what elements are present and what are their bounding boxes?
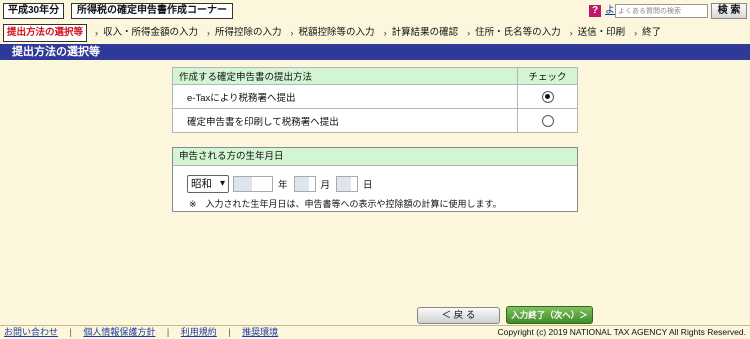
app-title: 所得税の確定申告書作成コーナー: [71, 3, 233, 19]
footer-separator: |: [228, 327, 231, 337]
step-item: 住所・氏名等の入力: [475, 27, 561, 38]
footer-link-terms[interactable]: 利用規約: [181, 327, 217, 337]
table-row: 確定申告書を印刷して税務署へ提出: [172, 108, 578, 133]
step-item: 終了: [642, 27, 662, 38]
search-button[interactable]: 検 索: [711, 3, 747, 19]
year-label: 平成30年分: [3, 3, 65, 19]
step-navigation: 提出方法の選択等 › 収入・所得金額の入力 › 所得控除の入力 › 税額控除等の…: [0, 24, 750, 42]
year-input[interactable]: [233, 176, 273, 192]
month-input[interactable]: [293, 176, 316, 192]
chevron-right-icon: ›: [95, 28, 99, 38]
step-item: 収入・所得金額の入力: [103, 27, 199, 38]
step-item: 計算結果の確認: [391, 27, 459, 38]
chevron-right-icon: ›: [207, 28, 211, 38]
back-button[interactable]: ＜ 戻 る: [417, 307, 500, 324]
day-input[interactable]: [336, 176, 359, 192]
step-item: 所得控除の入力: [215, 27, 282, 38]
print-radio[interactable]: [541, 114, 554, 127]
copyright: Copyright (c) 2019 NATIONAL TAX AGENCY A…: [497, 327, 746, 337]
footer-divider: [0, 325, 750, 326]
footer-link-privacy[interactable]: 個人情報保護方針: [83, 327, 155, 337]
check-column-header: チェック: [517, 67, 578, 85]
era-select[interactable]: 昭和: [187, 175, 229, 193]
footer-separator: |: [166, 327, 170, 337]
table-row: e-Taxにより税務署へ提出: [172, 84, 578, 109]
etax-radio[interactable]: [541, 90, 554, 103]
day-unit: 日: [363, 180, 373, 191]
section-title: 提出方法の選択等: [0, 44, 750, 60]
chevron-right-icon: ›: [290, 28, 294, 38]
chevron-right-icon: ›: [467, 28, 471, 38]
birthdate-inputs: 昭和 年 月 日: [187, 175, 375, 193]
method-label-etax: e-Taxにより税務署へ提出: [172, 84, 518, 109]
chevron-right-icon: ›: [383, 28, 387, 38]
header: 平成30年分 所得税の確定申告書作成コーナー ? よくある質問 検 索: [0, 0, 750, 22]
next-button[interactable]: 入力終了（次へ）＞: [506, 306, 593, 324]
chevron-right-icon: ›: [634, 28, 638, 38]
method-label-print: 確定申告書を印刷して税務署へ提出: [172, 108, 518, 133]
method-column-header: 作成する確定申告書の提出方法: [172, 67, 518, 85]
radio-cell: [517, 108, 578, 133]
footer-link-environment[interactable]: 推奨環境: [242, 327, 278, 337]
month-unit: 月: [320, 180, 331, 191]
help-icon[interactable]: ?: [589, 5, 601, 17]
submission-method-table: 作成する確定申告書の提出方法 チェック e-Taxにより税務署へ提出 確定申告書…: [172, 67, 578, 133]
faq-search-input[interactable]: [615, 4, 708, 18]
birthdate-panel: 申告される方の生年月日 昭和 年 月 日 ※ 入力された生年月日は、申告書等への…: [172, 147, 578, 212]
birthdate-header: 申告される方の生年月日: [173, 148, 577, 166]
step-item: 税額控除等の入力: [298, 27, 375, 38]
step-item: 送信・印刷: [577, 27, 626, 38]
year-unit: 年: [278, 180, 288, 191]
radio-cell: [517, 84, 578, 109]
footer-separator: |: [69, 327, 72, 337]
chevron-right-icon: ›: [569, 28, 573, 38]
footer: お問い合わせ | 個人情報保護方針 | 利用規約 | 推奨環境 Copyrigh…: [0, 327, 750, 339]
footer-link-contact[interactable]: お問い合わせ: [4, 327, 58, 337]
birthdate-note: ※ 入力された生年月日は、申告書等への表示や控除額の計算に使用します。: [189, 199, 502, 209]
table-header-row: 作成する確定申告書の提出方法 チェック: [172, 67, 578, 85]
step-current: 提出方法の選択等: [3, 24, 88, 42]
